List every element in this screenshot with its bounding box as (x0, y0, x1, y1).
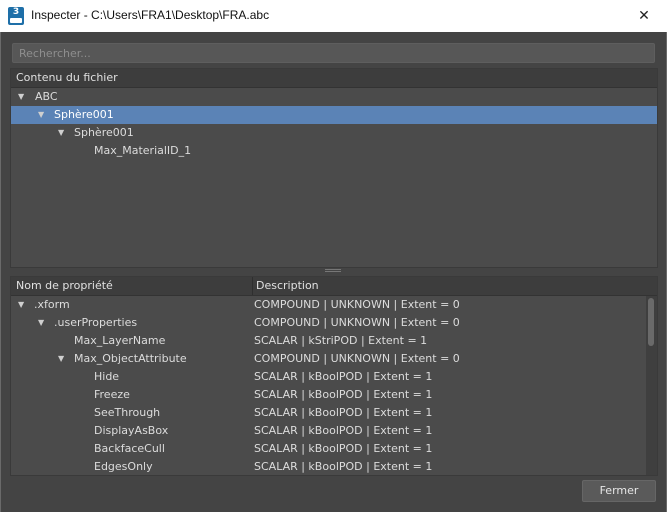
panel-splitter-handle[interactable] (325, 268, 341, 274)
search-input[interactable] (13, 44, 654, 62)
tree-item-label: Sphère001 (74, 126, 134, 139)
tree-item-label: ABC (35, 90, 58, 103)
property-name: Freeze (94, 388, 130, 401)
property-description: SCALAR | kBoolPOD | Extent = 1 (254, 442, 433, 455)
column-header-description[interactable]: Description (256, 277, 319, 295)
search-box[interactable] (12, 43, 655, 63)
tree-item-sphere001-shape[interactable]: ▼ Sphère001 (11, 124, 657, 142)
property-name: SeeThrough (94, 406, 161, 419)
table-row[interactable]: EdgesOnly SCALAR | kBoolPOD | Extent = 1 (11, 458, 657, 476)
window-close-button[interactable]: ✕ (621, 0, 667, 32)
property-description: SCALAR | kStriPOD | Extent = 1 (254, 334, 428, 347)
property-description: COMPOUND | UNKNOWN | Extent = 0 (254, 352, 460, 365)
table-row[interactable]: ▼ .userProperties COMPOUND | UNKNOWN | E… (11, 314, 657, 332)
window-title: Inspecter - C:\Users\FRA1\Desktop\FRA.ab… (31, 8, 270, 22)
property-name: BackfaceCull (94, 442, 165, 455)
table-row[interactable]: BackfaceCull SCALAR | kBoolPOD | Extent … (11, 440, 657, 458)
window-frame-left (0, 32, 1, 512)
tree-item-label: Sphère001 (54, 108, 114, 121)
tree-item-material-id[interactable]: Max_MaterialID_1 (11, 142, 657, 160)
property-name: .xform (34, 298, 70, 311)
close-icon: ✕ (638, 8, 650, 24)
file-contents-header: Contenu du fichier (11, 69, 657, 88)
property-name: Max_ObjectAttribute (74, 352, 187, 365)
expand-arrow-icon[interactable]: ▼ (58, 350, 64, 368)
property-description: SCALAR | kBoolPOD | Extent = 1 (254, 406, 433, 419)
property-description: SCALAR | kBoolPOD | Extent = 1 (254, 370, 433, 383)
expand-arrow-icon[interactable]: ▼ (58, 124, 64, 142)
table-row[interactable]: ▼ Max_ObjectAttribute COMPOUND | UNKNOWN… (11, 350, 657, 368)
properties-scrollbar[interactable] (646, 296, 657, 475)
column-divider[interactable] (252, 277, 253, 295)
property-description: COMPOUND | UNKNOWN | Extent = 0 (254, 316, 460, 329)
tree-item-abc[interactable]: ▼ ABC (11, 88, 657, 106)
properties-table-header: Nom de propriété Description (11, 277, 657, 296)
property-name: EdgesOnly (94, 460, 153, 473)
property-description: COMPOUND | UNKNOWN | Extent = 0 (254, 298, 460, 311)
table-row[interactable]: Max_LayerName SCALAR | kStriPOD | Extent… (11, 332, 657, 350)
property-name: Hide (94, 370, 120, 383)
property-description: SCALAR | kBoolPOD | Extent = 1 (254, 460, 433, 473)
expand-arrow-icon[interactable]: ▼ (18, 88, 24, 106)
table-row[interactable]: Freeze SCALAR | kBoolPOD | Extent = 1 (11, 386, 657, 404)
scrollbar-thumb[interactable] (648, 298, 654, 346)
property-name: DisplayAsBox (94, 424, 169, 437)
tree-item-sphere001[interactable]: ▼ Sphère001 (11, 106, 657, 124)
property-name: .userProperties (54, 316, 138, 329)
tree-item-label: Max_MaterialID_1 (94, 144, 192, 157)
expand-arrow-icon[interactable]: ▼ (18, 296, 24, 314)
close-button[interactable]: Fermer (582, 480, 656, 502)
table-row[interactable]: DisplayAsBox SCALAR | kBoolPOD | Extent … (11, 422, 657, 440)
file-contents-panel: Contenu du fichier ▼ ABC ▼ Sphère001 ▼ S… (10, 68, 658, 268)
property-description: SCALAR | kBoolPOD | Extent = 1 (254, 424, 433, 437)
column-header-property-name[interactable]: Nom de propriété (16, 277, 113, 295)
table-row[interactable]: Hide SCALAR | kBoolPOD | Extent = 1 (11, 368, 657, 386)
table-row[interactable]: SeeThrough SCALAR | kBoolPOD | Extent = … (11, 404, 657, 422)
expand-arrow-icon[interactable]: ▼ (38, 106, 44, 124)
properties-panel: Nom de propriété Description ▼ .xform CO… (10, 276, 658, 476)
property-name: Max_LayerName (74, 334, 166, 347)
app-icon: 3 (8, 7, 24, 25)
property-description: SCALAR | kBoolPOD | Extent = 1 (254, 388, 433, 401)
title-bar: 3 Inspecter - C:\Users\FRA1\Desktop\FRA.… (0, 0, 667, 32)
expand-arrow-icon[interactable]: ▼ (38, 314, 44, 332)
table-row[interactable]: ▼ .xform COMPOUND | UNKNOWN | Extent = 0 (11, 296, 657, 314)
